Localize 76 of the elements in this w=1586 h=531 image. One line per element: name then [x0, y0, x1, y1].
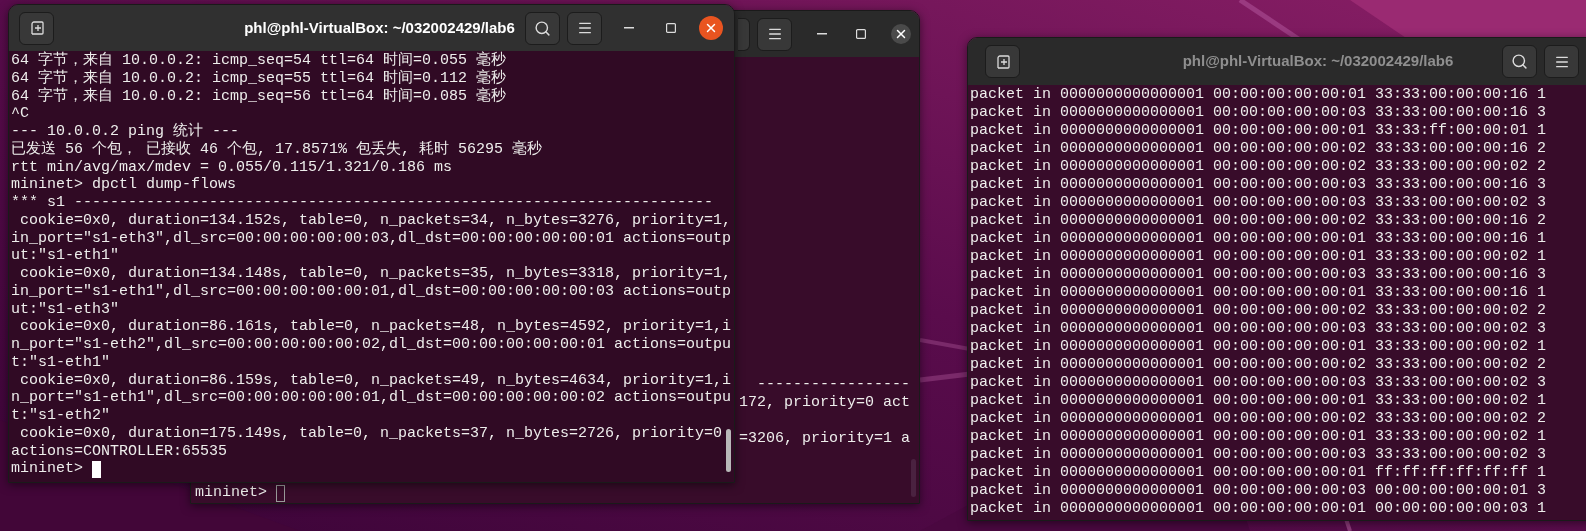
- search-icon: [534, 19, 551, 37]
- maximize-icon: [856, 29, 866, 39]
- terminal-line: packet in 0000000000000001 00:00:00:00:00:01 33:33:00:00:00:02 1: [970, 248, 1548, 266]
- terminal-line: packet in 0000000000000001 00:00:00:00:00:02 33:33:00:00:00:16 2: [970, 140, 1548, 158]
- close-icon: [704, 21, 718, 35]
- search-icon: [1511, 53, 1528, 70]
- terminal-line: packet in 0000000000000001 00:00:00:00:00:02 33:33:00:00:00:02 2: [970, 356, 1548, 374]
- terminal-line: packet in 0000000000000001 00:00:00:00:00:03 33:33:00:00:00:16 3: [970, 266, 1548, 284]
- terminal-line: =3206, priority=1 a: [738, 430, 910, 448]
- terminal-line: cookie=0x0, duration=86.159s, table=0, n_packets=49, n_bytes=4634, priority=1,i: [19, 371, 733, 390]
- terminal-line: in_port="s1-eth3",dl_src=00:00:00:00:00:03,dl_dst=00:00:00:00:00:01 actions=outp: [11, 229, 733, 248]
- terminal-line: packet in 0000000000000001 00:00:00:00:00:01 33:33:ff:00:00:01 1: [970, 122, 1548, 140]
- new-tab-icon: [28, 20, 45, 36]
- terminal-line: packet in 0000000000000001 00:00:00:00:00:02 33:33:00:00:00:16 2: [970, 212, 1548, 230]
- terminal-line: cookie=0x0, duration=134.148s, table=0, n_packets=35, n_bytes=3318, priority=1,: [19, 265, 733, 283]
- terminal-line: 64 字节，来自 10.0.0.2: icmp_seq=55 ttl=64 时间=0.112 毫秒: [11, 69, 508, 87]
- terminal-line: packet in 0000000000000001 00:00:00:00:00:02 33:33:00:00:00:02 2: [970, 302, 1548, 320]
- close-button[interactable]: [891, 24, 911, 44]
- menu-icon: [576, 20, 593, 36]
- close-button[interactable]: [699, 16, 723, 40]
- scrollbar: [726, 429, 731, 472]
- menu-button[interactable]: [757, 17, 792, 51]
- terminal-line: cookie=0x0, duration=134.152s, table=0, n_packets=34, n_bytes=3276, priority=1,: [19, 211, 733, 230]
- terminal-line: cookie=0x0, duration=86.161s, table=0, n_packets=48, n_bytes=4592, priority=1,i: [19, 318, 733, 336]
- terminal-line: *** s1 -----------------------------------------------------------------------: [11, 194, 715, 212]
- new-tab-button[interactable]: [985, 45, 1020, 78]
- terminal-line: 172, priority=0 act: [738, 394, 910, 412]
- terminal-line: packet in 0000000000000001 00:00:00:00:00:03 33:33:00:00:00:16 3: [970, 104, 1548, 122]
- terminal-line: packet in 0000000000000001 00:00:00:00:00:03 00:00:00:00:00:01 3: [970, 482, 1548, 500]
- terminal-line: packet in 0000000000000001 00:00:00:00:00:01 33:33:00:00:00:02 1: [970, 392, 1548, 410]
- terminal-line: packet in 0000000000000001 00:00:00:00:00:02 33:33:00:00:00:02 2: [970, 158, 1548, 176]
- terminal-line: packet in 0000000000000001 00:00:00:00:00:03 33:33:00:00:00:02 3: [970, 194, 1548, 212]
- terminal-line: packet in 0000000000000001 00:00:00:00:00:01 ff:ff:ff:ff:ff:ff 1: [970, 464, 1548, 482]
- menu-icon: [766, 26, 783, 42]
- terminal-prompt: mininet>: [11, 460, 83, 478]
- terminal-line: cookie=0x0, duration=175.149s, table=0, n_packets=37, n_bytes=2726, priority=0: [19, 424, 724, 443]
- new-tab-button[interactable]: [19, 11, 54, 45]
- search-button[interactable]: [1502, 45, 1537, 78]
- terminal-line: t:"s1-eth2": [11, 407, 112, 425]
- terminal-line: n_port="s1-eth1",dl_src=00:00:00:00:00:01,dl_dst=00:00:00:00:00:02 actions=outpu: [11, 389, 733, 407]
- terminal-line: --- 10.0.0.2 ping 统计 ---: [11, 123, 241, 140]
- terminal-line: rtt min/avg/max/mdev = 0.055/0.115/1.321/0.186 ms: [11, 158, 454, 177]
- terminal-line: packet in 0000000000000001 00:00:00:00:00:03 33:33:00:00:00:16 3: [970, 176, 1548, 194]
- terminal-line: packet in 0000000000000001 00:00:00:00:00:01 00:00:00:00:00:03 1: [970, 500, 1548, 518]
- close-icon: [894, 27, 908, 41]
- terminal-line: in_port="s1-eth1",dl_src=00:00:00:00:00:01,dl_dst=00:00:00:00:00:03 actions=outp: [11, 282, 733, 301]
- terminal-line: packet in 0000000000000001 00:00:00:00:00:02 33:33:00:00:00:02 2: [970, 410, 1548, 428]
- terminal-line: t:"s1-eth1": [11, 353, 112, 372]
- menu-button[interactable]: [1544, 45, 1579, 78]
- terminal-prompt: mininet>: [195, 484, 267, 502]
- terminal-line: ^C: [11, 105, 30, 123]
- terminal-line: ut:"s1-eth1": [11, 247, 121, 265]
- terminal-line: packet in 0000000000000001 00:00:00:00:00:03 33:33:00:00:00:02 3: [970, 446, 1548, 464]
- window-title: phl@phl-VirtualBox: ~/032002429/lab6: [1182, 51, 1454, 72]
- terminal-line: packet in 0000000000000001 00:00:00:00:00:01 33:33:00:00:00:02 1: [970, 338, 1548, 356]
- minimize-icon: [817, 33, 827, 35]
- terminal-line: packet in 0000000000000001 00:00:00:00:00:03 33:33:00:00:00:02 3: [970, 320, 1548, 338]
- new-tab-icon: [994, 53, 1011, 70]
- minimize-icon: [624, 27, 634, 29]
- terminal-line: ut:"s1-eth3": [11, 300, 121, 319]
- maximize-icon: [666, 23, 676, 33]
- terminal-line: 64 字节，来自 10.0.0.2: icmp_seq=56 ttl=64 时间=0.085 毫秒: [11, 87, 508, 106]
- menu-button[interactable]: [567, 11, 602, 45]
- terminal-line: 已发送 56 个包， 已接收 46 个包, 17.8571% 包丢失, 耗时 56295 毫秒: [11, 140, 544, 159]
- terminal-line: n_port="s1-eth2",dl_src=00:00:00:00:00:02,dl_dst=00:00:00:00:00:01 actions=outpu: [11, 336, 733, 354]
- terminal-line: -----------------: [756, 376, 910, 394]
- terminal-line: packet in 0000000000000001 00:00:00:00:00:01 33:33:00:00:00:02 1: [970, 428, 1548, 446]
- terminal-line: actions=CONTROLLER:65535: [11, 442, 229, 461]
- search-button[interactable]: [525, 11, 560, 45]
- terminal-line: packet in 0000000000000001 00:00:00:00:00:01 33:33:00:00:00:16 1: [970, 230, 1548, 248]
- terminal-line: 64 字节，来自 10.0.0.2: icmp_seq=54 ttl=64 时间=0.055 毫秒: [11, 52, 508, 69]
- terminal-line: packet in 0000000000000001 00:00:00:00:00:03 33:33:00:00:00:02 3: [970, 374, 1548, 392]
- window-title: phl@phl-VirtualBox: ~/032002429/lab6: [244, 17, 515, 38]
- terminal-line: mininet> dpctl dump-flows: [11, 176, 238, 194]
- terminal-line: packet in 0000000000000001 00:00:00:00:00:01 33:33:00:00:00:16 1: [970, 86, 1548, 104]
- terminal-line: packet in 0000000000000001 00:00:00:00:00:01 33:33:00:00:00:16 1: [970, 284, 1548, 302]
